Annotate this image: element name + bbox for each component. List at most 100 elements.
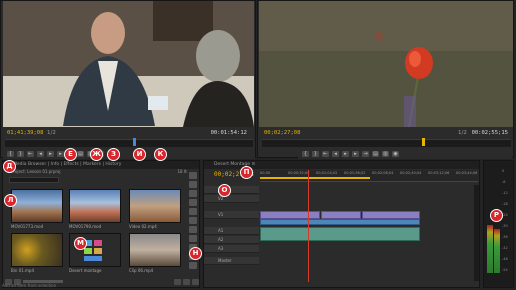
video-clip[interactable] [362,211,420,219]
track-header-a1[interactable]: A1 [204,227,259,235]
program-monitor: 00;02;27;08 1/2 00:02;55;15 { } ⇤ ◂ ▸ ▸ … [257,0,514,159]
timeline-playhead[interactable] [308,170,309,282]
meter-scale-label: -6 [502,180,506,184]
source-zoom[interactable]: 1/2 [47,128,56,138]
program-duration: 00:02;55;15 [471,130,508,136]
mark-out-button[interactable]: } [17,150,24,157]
video-clip[interactable] [260,211,320,219]
clip-thumbnail[interactable] [129,233,181,267]
prg-mark-out-button[interactable]: } [312,150,319,157]
track-header-master[interactable]: Master [204,257,259,265]
callout-k: К [155,149,166,160]
razor-tool-icon[interactable] [189,217,197,224]
premiere-workspace: 01;41;39;08 1/2 00:01:54:12 { } ⇤ ◂ ▸ ▸ … [0,0,516,290]
project-title: Project: Lesson 01.prproj [11,169,61,174]
clip-caption: Video 02.mp4 [129,224,157,229]
track-header-a2[interactable]: A2 [204,236,259,244]
prg-go-to-out-button[interactable]: ⇥ [362,150,369,157]
callout-n: Н [190,248,201,259]
clip-thumbnail[interactable] [11,189,63,223]
source-timebar: 01;41;39;08 1/2 00:01:54:12 [7,128,251,138]
source-duration: 00:01:54:12 [210,130,247,136]
insert-button[interactable]: ▤ [77,150,84,157]
time-ruler[interactable]: 00;00 00;00;32;00 00;01;04;02 00;01;36;02 00… [260,170,478,182]
ruler-tick-label: 00;01;36;02 [344,171,366,175]
extract-button[interactable]: ▥ [382,150,389,157]
timeline-panel: Desert Montage ≡ 00;02;27;08 00;00 00;00;… [203,160,480,288]
clip-caption: Bin 01.mp4 [11,268,35,273]
ruler-tick-label: 00;00;32;00 [288,171,310,175]
meter-scale-label: -42 [502,246,508,250]
new-item-button[interactable] [183,279,190,285]
ruler-tick-label: 00;03;44;06 [456,171,478,175]
mark-in-button[interactable]: { [7,150,14,157]
ruler-tick-label: 00;02;40;04 [400,171,422,175]
track-header-a3[interactable]: A3 [204,245,259,253]
program-playhead[interactable] [422,138,425,146]
play-button[interactable]: ▸ [47,150,54,157]
program-zoom[interactable]: 1/2 [458,128,467,138]
program-scrubber[interactable] [262,138,511,147]
clip-caption: MOV01773.mod [11,224,44,229]
project-tab-row[interactable]: Media Browser | Info | Effects | Markers… [3,161,199,169]
rolling-edit-tool-icon[interactable] [189,199,197,206]
audio-clip[interactable] [260,227,420,241]
program-current-timecode[interactable]: 00;02;27;08 [264,130,300,136]
prg-step-forward-button[interactable]: ▸ [352,150,359,157]
callout-m: М [75,238,86,249]
track-header-v3[interactable]: V3 [204,186,259,194]
track-header-v2[interactable]: V2 [204,195,259,203]
video-clip-thumbnails[interactable] [260,219,420,225]
project-search-input[interactable] [9,177,59,183]
prg-go-to-in-button[interactable]: ⇤ [322,150,329,157]
prg-export-frame-button[interactable]: ◉ [392,150,399,157]
source-scrubber[interactable] [5,138,253,147]
work-area-bar[interactable] [260,177,370,179]
callout-z: З [108,149,119,160]
video-clip[interactable] [321,211,361,219]
meter-left [487,225,493,273]
source-monitor: 01;41;39;08 1/2 00:01:54:12 { } ⇤ ◂ ▸ ▸ … [0,0,256,159]
source-transport-controls: { } ⇤ ◂ ▸ ▸ ⇥ ▤ ▥ ◉ [3,148,255,159]
source-current-timecode[interactable]: 01;41;39;08 [7,130,43,136]
sequence-name[interactable]: Desert Montage ≡ [214,162,255,167]
callout-l: Л [5,195,16,206]
track-header-v1[interactable]: V1 [204,211,259,219]
lift-button[interactable]: ▤ [372,150,379,157]
step-back-button[interactable]: ◂ [37,150,44,157]
prg-play-button[interactable]: ▸ [342,150,349,157]
callout-r: Р [491,210,502,221]
slide-tool-icon[interactable] [189,235,197,242]
new-bin-button[interactable] [174,279,181,285]
timeline-scrollbar[interactable] [474,185,479,281]
zoom-tool-icon[interactable] [189,262,197,269]
project-tab-label[interactable]: Media Browser | Info | Effects | Markers… [13,162,121,167]
selection-tool-icon[interactable] [189,172,197,179]
clear-button[interactable] [192,279,199,285]
go-to-in-button[interactable]: ⇤ [27,150,34,157]
callout-o: О [219,185,230,196]
meter-scale-label: -30 [502,224,508,228]
meter-scale-label: -36 [502,235,508,239]
meter-scale-label: -12 [502,191,508,195]
rate-stretch-tool-icon[interactable] [189,208,197,215]
project-panel: Media Browser | Info | Effects | Markers… [2,160,200,288]
meter-scale-label: -24 [502,213,508,217]
ripple-edit-tool-icon[interactable] [189,190,197,197]
program-timebar: 00;02;27;08 1/2 00:02;55;15 [264,128,510,138]
ruler-tick-label: 00;02;08;04 [372,171,394,175]
prg-step-back-button[interactable]: ◂ [332,150,339,157]
clip-thumbnail[interactable] [129,189,181,223]
step-forward-button[interactable]: ▸ [57,150,64,157]
prg-mark-in-button[interactable]: { [302,150,309,157]
clip-thumbnail[interactable] [69,189,121,223]
source-video-frame [3,1,254,127]
ruler-tick-label: 00;03;12;06 [428,171,450,175]
slip-tool-icon[interactable] [189,226,197,233]
track-select-tool-icon[interactable] [189,181,197,188]
source-playhead[interactable] [133,138,136,146]
source-frame-image [3,1,254,127]
callout-p: П [241,167,252,178]
clip-thumbnail[interactable] [11,233,63,267]
meter-scale-label: 0 [502,169,505,173]
